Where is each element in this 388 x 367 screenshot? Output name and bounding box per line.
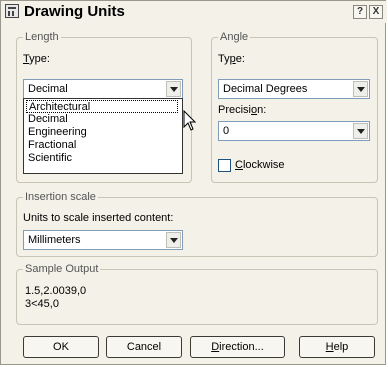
chevron-down-icon[interactable] — [166, 232, 181, 248]
angle-precision-label: Precision: — [218, 104, 267, 116]
chevron-down-icon[interactable] — [166, 81, 181, 97]
cancel-button[interactable]: Cancel — [106, 336, 182, 358]
sample-legend: Sample Output — [23, 263, 101, 275]
close-icon[interactable]: X — [369, 5, 383, 19]
angle-legend: Angle — [218, 31, 251, 43]
app-icon — [5, 4, 19, 18]
sample-output-line-2: 3<45,0 — [25, 298, 59, 310]
insertion-units-value: Millimeters — [28, 234, 81, 246]
title-bar: Drawing Units ? X — [1, 1, 387, 23]
chevron-down-icon[interactable] — [353, 81, 368, 97]
drawing-units-dialog: Drawing Units ? X Length Type: Decimal A… — [0, 0, 387, 365]
chevron-down-icon[interactable] — [353, 123, 368, 139]
angle-precision-value: 0 — [223, 125, 230, 137]
list-item-engineering[interactable]: Engineering — [26, 126, 180, 139]
list-item-fractional[interactable]: Fractional — [26, 139, 180, 152]
sample-output-group: Sample Output — [16, 263, 378, 325]
direction-button[interactable]: Direction... — [190, 336, 285, 358]
ok-button[interactable]: OK — [23, 336, 99, 358]
length-type-dropdown-list: Architectural Decimal Engineering Fracti… — [23, 98, 183, 174]
list-item-decimal[interactable]: Decimal — [26, 113, 180, 126]
mouse-cursor-icon — [183, 110, 197, 131]
insertion-legend: Insertion scale — [23, 191, 98, 203]
units-label: Units to scale inserted content: — [23, 212, 174, 224]
help-button[interactable]: Help — [299, 336, 375, 358]
insertion-units-select[interactable]: Millimeters — [23, 230, 183, 250]
list-item-scientific[interactable]: Scientific — [26, 152, 180, 165]
length-type-select[interactable]: Decimal — [23, 79, 183, 99]
clockwise-label: Clockwise — [235, 159, 285, 171]
clockwise-checkbox[interactable] — [218, 159, 231, 172]
length-type-value: Decimal — [28, 83, 68, 95]
help-icon[interactable]: ? — [353, 5, 367, 19]
dialog-title: Drawing Units — [24, 3, 125, 20]
angle-type-select[interactable]: Decimal Degrees — [218, 79, 370, 99]
length-type-label: Type: — [23, 53, 50, 65]
sample-output-line-1: 1.5,2.0039,0 — [25, 285, 87, 297]
angle-type-value: Decimal Degrees — [223, 83, 308, 95]
angle-precision-select[interactable]: 0 — [218, 121, 370, 141]
length-legend: Length — [23, 31, 61, 43]
list-item-architectural[interactable]: Architectural — [26, 100, 178, 113]
angle-type-label: Type: — [218, 53, 245, 65]
